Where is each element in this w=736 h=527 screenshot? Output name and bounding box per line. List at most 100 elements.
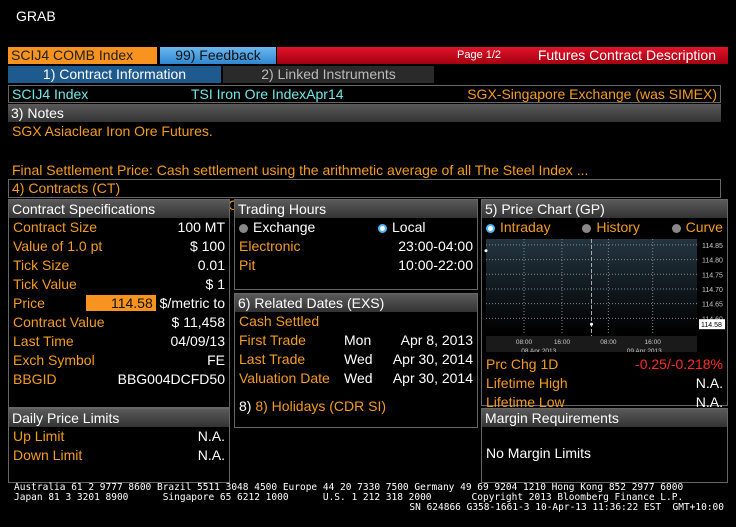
page-indicator: Page 1/2 bbox=[457, 49, 502, 61]
date-value: Apr 30, 2014 bbox=[392, 370, 473, 386]
local-radio[interactable]: Local bbox=[378, 218, 473, 237]
tab-contract-information[interactable]: 1) Contract Information bbox=[8, 66, 221, 83]
field-label: Value of 1.0 pt bbox=[13, 238, 103, 254]
field-value: $ 100 bbox=[189, 238, 225, 254]
x-tick-label: 16:00 bbox=[554, 339, 571, 346]
security-ticker: SCIJ4 Index bbox=[12, 86, 89, 102]
margin-panel: Margin Requirements No Margin Limits bbox=[481, 408, 728, 483]
date-day: Mon bbox=[344, 332, 372, 348]
y-tick-label: 114.75 bbox=[702, 272, 723, 279]
field-row: Last Time 04/09/13 bbox=[9, 332, 229, 351]
x-tick-label: 08:00 bbox=[516, 339, 533, 346]
stat-row: Lifetime High N.A. bbox=[482, 374, 727, 393]
notes-line-2: Final Settlement Price: Cash settlement … bbox=[12, 162, 589, 178]
chart-header[interactable]: 5) Price Chart (GP) bbox=[482, 200, 727, 218]
field-label: Last Time bbox=[13, 333, 74, 349]
x-date-label: 08 Apr 2013 bbox=[521, 348, 556, 352]
field-value: BBG004DCFD50 bbox=[117, 371, 225, 387]
field-row: Contract Size 100 MT bbox=[9, 218, 229, 237]
field-value: N.A. bbox=[197, 428, 225, 444]
date-label: Valuation Date bbox=[239, 370, 330, 386]
field-value: 100 MT bbox=[177, 219, 225, 235]
field-value: $ 11,458 bbox=[171, 314, 225, 330]
radio-selected-icon bbox=[378, 223, 387, 233]
field-label: Tick Value bbox=[13, 276, 77, 292]
ticker-input[interactable]: SCIJ4 COMB Index bbox=[8, 47, 157, 64]
data-point bbox=[590, 322, 593, 326]
screen-title: Futures Contract Description bbox=[537, 47, 716, 63]
field-label: Down Limit bbox=[13, 447, 83, 463]
title-bar: Page 1/2 Futures Contract Description bbox=[277, 47, 728, 64]
notes-line-1: SGX Asiaclear Iron Ore Futures. bbox=[12, 123, 213, 139]
curve-radio[interactable]: Curve bbox=[671, 218, 723, 237]
stat-label: Lifetime High bbox=[486, 375, 568, 391]
notes-header[interactable]: 3) Notes bbox=[8, 104, 721, 122]
field-row: Contract Value $ 11,458 bbox=[9, 313, 229, 332]
intraday-radio[interactable]: Intraday bbox=[486, 218, 551, 237]
date-day: Wed bbox=[344, 370, 373, 386]
y-tick-label: 114.85 bbox=[702, 243, 723, 250]
field-label: Pit bbox=[239, 257, 256, 273]
last-price-label: 114.58 bbox=[701, 322, 722, 329]
hours-header: Trading Hours bbox=[235, 200, 477, 218]
margin-text: No Margin Limits bbox=[486, 445, 592, 461]
field-label: Up Limit bbox=[13, 428, 65, 444]
contracts-row: 4) Contracts (CT) Jan:FFeb:GMar:HApr:JMa… bbox=[8, 179, 721, 213]
price-value: 114.58 bbox=[85, 295, 156, 311]
window-title: GRAB bbox=[16, 8, 56, 24]
dates-header[interactable]: 6) Related Dates (EXS) bbox=[235, 294, 477, 312]
field-row: Exch Symbol FE bbox=[9, 351, 229, 370]
field-label: Contract Size bbox=[13, 219, 98, 235]
security-info: SCIJ4 Index TSI Iron Ore IndexApr14 SGX-… bbox=[8, 85, 721, 103]
x-tick-label: 16:00 bbox=[645, 339, 662, 346]
stat-value: N.A. bbox=[695, 375, 723, 391]
feedback-button[interactable]: 99) Feedback bbox=[160, 47, 276, 64]
field-row: Value of 1.0 pt $ 100 bbox=[9, 237, 229, 256]
intraday-chart[interactable]: 114.85114.80114.75114.70114.65114.60114.… bbox=[482, 237, 727, 352]
field-row: Tick Value $ 1 bbox=[9, 275, 229, 294]
field-row: Pit 10:00-22:00 bbox=[235, 256, 477, 275]
price-limits-panel: Daily Price Limits Up Limit N.A. Down Limi… bbox=[8, 408, 230, 483]
price-unit: $/metric to bbox=[159, 295, 225, 311]
y-tick-label: 114.70 bbox=[702, 287, 723, 294]
stat-value: -0.25/-0.218% bbox=[635, 356, 723, 372]
date-value: Apr 8, 2013 bbox=[400, 332, 473, 348]
cash-settled: Cash Settled bbox=[239, 313, 320, 329]
field-value: N.A. bbox=[197, 447, 225, 463]
field-row: Up Limit N.A. bbox=[9, 427, 229, 446]
history-radio[interactable]: History bbox=[582, 218, 640, 237]
field-label: Exch Symbol bbox=[13, 352, 95, 368]
exchange-radio[interactable]: Exchange bbox=[239, 218, 315, 237]
field-value: FE bbox=[207, 352, 225, 368]
price-row: Price 114.58 $/metric to bbox=[9, 294, 229, 313]
field-row: Tick Size 0.01 bbox=[9, 256, 229, 275]
field-row: BBGID BBG004DCFD50 bbox=[9, 370, 229, 389]
field-value: 23:00-04:00 bbox=[398, 238, 473, 254]
margin-header: Margin Requirements bbox=[482, 409, 727, 427]
holidays-link[interactable]: 8) 8) Holidays (CDR SI) bbox=[235, 397, 477, 416]
y-tick-label: 114.65 bbox=[702, 302, 723, 309]
security-name: TSI Iron Ore IndexApr14 bbox=[191, 86, 344, 102]
date-row: First Trade Mon Apr 8, 2013 bbox=[235, 331, 477, 350]
footer-line-3: SN 624866 G358-1661-3 10-Apr-13 11:36:22… bbox=[409, 502, 724, 513]
tab-linked-instruments[interactable]: 2) Linked Instruments bbox=[223, 66, 434, 83]
field-row: Electronic 23:00-04:00 bbox=[235, 237, 477, 256]
trading-hours-panel: Trading Hours Exchange Local Electronic 23… bbox=[234, 199, 478, 290]
field-value: 0.01 bbox=[197, 257, 225, 273]
contracts-link[interactable]: 4) Contracts (CT) bbox=[12, 180, 120, 196]
radio-icon bbox=[239, 223, 248, 233]
field-row: Down Limit N.A. bbox=[9, 446, 229, 465]
limits-header: Daily Price Limits bbox=[9, 409, 229, 427]
date-label: Last Trade bbox=[239, 351, 306, 367]
exchange-name: SGX-Singapore Exchange (was SIMEX) bbox=[467, 86, 717, 102]
field-value: 04/09/13 bbox=[170, 333, 226, 349]
date-day: Wed bbox=[344, 351, 373, 367]
price-chart-panel: 5) Price Chart (GP) Intraday History Cur… bbox=[481, 199, 728, 410]
price-label: Price bbox=[13, 295, 45, 311]
date-label: First Trade bbox=[239, 332, 306, 348]
field-label: Tick Size bbox=[13, 257, 70, 273]
field-label: Contract Value bbox=[13, 314, 105, 330]
field-label: Electronic bbox=[239, 238, 301, 254]
stat-row: Prc Chg 1D -0.25/-0.218% bbox=[482, 355, 727, 374]
related-dates-panel: 6) Related Dates (EXS) Cash Settled Firs… bbox=[234, 293, 478, 428]
